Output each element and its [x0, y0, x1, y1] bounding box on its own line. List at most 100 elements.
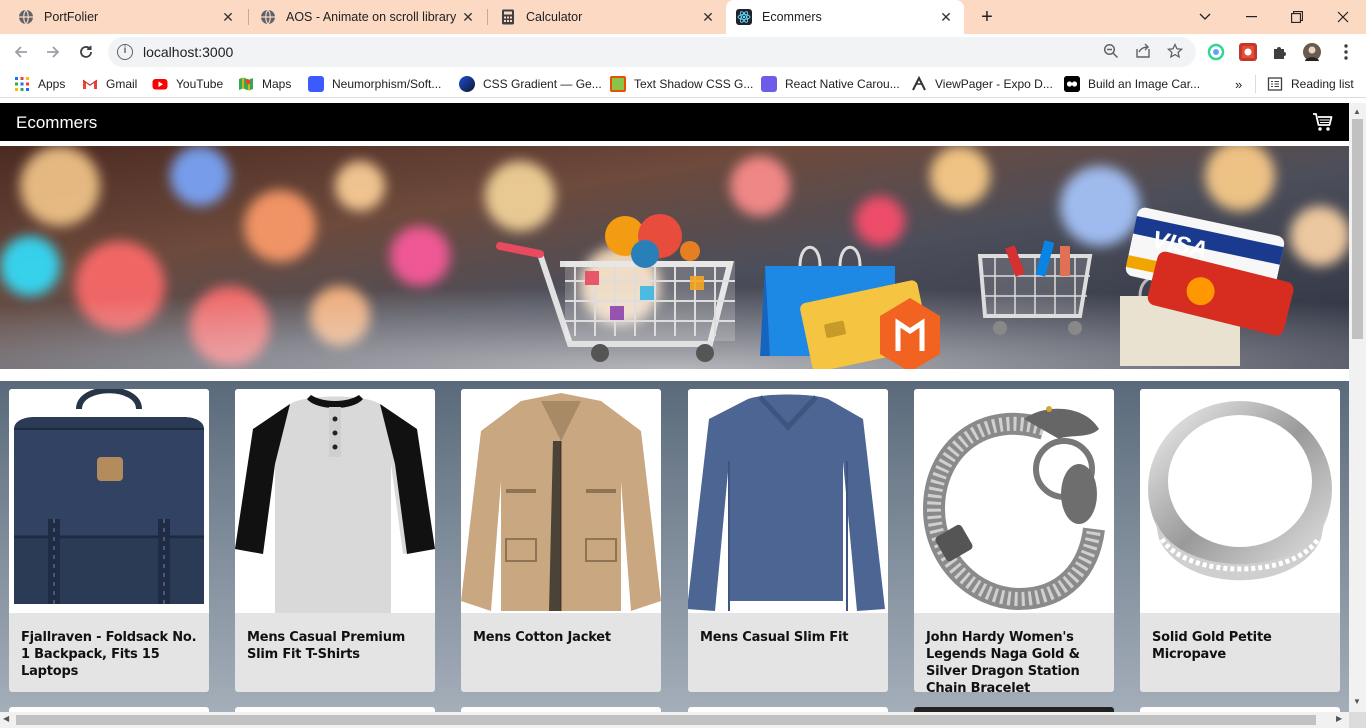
bookmark-label: Maps: [262, 77, 292, 91]
bookmark-react-native-carousel[interactable]: React Native Carou...: [761, 75, 900, 93]
info-icon[interactable]: i: [117, 44, 133, 60]
scrollbar-thumb[interactable]: [16, 715, 1316, 725]
page-viewport: Ecommers VISA Fjallraven - Foldsack No. …: [0, 103, 1349, 712]
extension-red-icon[interactable]: [1239, 43, 1257, 61]
product-name: John Hardy Women's Legends Naga Gold & S…: [926, 630, 1080, 692]
forward-button[interactable]: [41, 40, 65, 64]
bookmarks-divider: [1255, 75, 1256, 93]
chevron-down-icon[interactable]: [1182, 0, 1228, 34]
product-name: Mens Cotton Jacket: [473, 630, 611, 645]
tab-calculator[interactable]: Calculator ✕: [490, 0, 726, 34]
app-brand[interactable]: Ecommers: [16, 113, 97, 133]
hero-banner: VISA: [0, 146, 1349, 369]
close-icon[interactable]: ✕: [460, 9, 476, 25]
reading-list-label: Reading list: [1291, 77, 1354, 91]
bookmark-css-gradient[interactable]: CSS Gradient — Ge...: [459, 75, 602, 93]
gmail-icon: [82, 76, 98, 92]
tab-title: AOS - Animate on scroll library: [286, 10, 457, 24]
bookmark-icon: [1064, 76, 1080, 92]
kebab-menu-icon[interactable]: [1334, 40, 1358, 64]
tab-title: Calculator: [526, 10, 583, 24]
product-card[interactable]: Fjallraven - Foldsack No. 1 Backpack, Fi…: [9, 389, 209, 692]
bookmark-youtube[interactable]: YouTube: [152, 75, 223, 93]
new-tab-button[interactable]: +: [975, 5, 999, 29]
product-name: Solid Gold Petite Micropave: [1152, 630, 1272, 662]
address-url[interactable]: localhost:3000: [143, 44, 233, 60]
tab-portfolier[interactable]: PortFolier ✕: [8, 0, 246, 34]
tab-divider: [248, 9, 249, 25]
bookmark-label: Apps: [38, 77, 66, 91]
star-icon[interactable]: [1166, 42, 1184, 61]
close-icon[interactable]: ✕: [700, 9, 716, 25]
product-image[interactable]: [688, 389, 888, 613]
scroll-right-icon[interactable]: ▶: [1336, 714, 1342, 723]
restore-button[interactable]: [1274, 0, 1320, 34]
vertical-scrollbar[interactable]: ▲ ▼: [1349, 103, 1366, 712]
product-image[interactable]: [9, 389, 209, 613]
tab-title: PortFolier: [44, 10, 99, 24]
bookmark-icon: [761, 76, 777, 92]
back-button[interactable]: [9, 40, 33, 64]
product-card[interactable]: Solid Gold Petite Micropave: [1140, 389, 1340, 692]
profile-avatar[interactable]: [1303, 43, 1321, 61]
horizontal-scrollbar[interactable]: ◀ ▶: [0, 712, 1349, 728]
scroll-left-icon[interactable]: ◀: [3, 714, 9, 723]
reading-list-button[interactable]: Reading list: [1267, 75, 1354, 93]
scroll-up-icon[interactable]: ▲: [1353, 107, 1361, 116]
reload-button[interactable]: [74, 40, 98, 64]
maps-icon: [238, 76, 254, 92]
scroll-down-icon[interactable]: ▼: [1353, 697, 1361, 706]
bookmark-gmail[interactable]: Gmail: [82, 75, 137, 93]
product-card[interactable]: Mens Casual Premium Slim Fit T-Shirts: [235, 389, 435, 692]
zoom-icon[interactable]: [1102, 43, 1120, 61]
bookmark-icon: [308, 76, 324, 92]
close-icon[interactable]: ✕: [220, 9, 236, 25]
scrollbar-corner: [1349, 712, 1366, 728]
bookmarks-overflow-icon[interactable]: »: [1235, 75, 1242, 93]
globe-icon: [18, 9, 34, 25]
bookmarks-bar: Apps Gmail YouTube Maps Neumorphism/Soft…: [0, 70, 1366, 98]
bookmark-label: React Native Carou...: [785, 77, 900, 91]
product-card[interactable]: Mens Casual Slim Fit: [688, 389, 888, 692]
tab-ecommers[interactable]: Ecommers ✕: [726, 0, 964, 34]
tab-title: Ecommers: [762, 10, 822, 24]
product-grid: Fjallraven - Foldsack No. 1 Backpack, Fi…: [0, 381, 1349, 712]
bookmark-label: Build an Image Car...: [1088, 77, 1201, 91]
close-icon[interactable]: ✕: [938, 9, 954, 25]
tab-strip: PortFolier ✕ AOS - Animate on scroll lib…: [0, 0, 1366, 34]
product-image[interactable]: [1140, 389, 1340, 613]
react-icon: [736, 9, 752, 25]
extensions-puzzle-icon[interactable]: [1271, 43, 1289, 61]
bookmark-maps[interactable]: Maps: [238, 75, 291, 93]
extension-color-icon[interactable]: [1207, 43, 1225, 61]
bookmark-label: Text Shadow CSS G...: [634, 77, 754, 91]
bookmark-viewpager[interactable]: ViewPager - Expo D...: [911, 75, 1053, 93]
product-name: Mens Casual Premium Slim Fit T-Shirts: [247, 630, 406, 662]
bookmark-text-shadow[interactable]: Text Shadow CSS G...: [610, 75, 753, 93]
cart-icon[interactable]: [1312, 111, 1334, 133]
product-image[interactable]: [235, 389, 435, 614]
bookmark-icon: [911, 75, 927, 92]
minimize-button[interactable]: [1228, 0, 1274, 34]
bookmark-neumorphism[interactable]: Neumorphism/Soft...: [308, 75, 441, 93]
calculator-icon: [500, 9, 516, 25]
product-image[interactable]: [914, 389, 1114, 613]
bookmark-apps[interactable]: Apps: [14, 75, 65, 93]
bookmark-label: Neumorphism/Soft...: [332, 77, 442, 91]
product-card[interactable]: John Hardy Women's Legends Naga Gold & S…: [914, 389, 1114, 692]
address-bar[interactable]: i localhost:3000: [108, 37, 1196, 67]
bookmark-image-carousel[interactable]: Build an Image Car...: [1064, 75, 1200, 93]
bookmark-icon: [610, 76, 626, 92]
share-icon[interactable]: [1134, 43, 1152, 61]
product-card[interactable]: Mens Cotton Jacket: [461, 389, 661, 692]
scrollbar-thumb[interactable]: [1352, 119, 1363, 339]
close-window-button[interactable]: [1320, 0, 1366, 34]
app-header: Ecommers: [0, 103, 1349, 141]
bookmark-icon: [459, 76, 475, 92]
product-image[interactable]: [461, 389, 661, 613]
tab-aos[interactable]: AOS - Animate on scroll library ✕: [250, 0, 486, 34]
youtube-icon: [152, 76, 168, 92]
product-name: Mens Casual Slim Fit: [700, 630, 849, 645]
bookmark-label: CSS Gradient — Ge...: [483, 77, 602, 91]
apps-grid-icon: [14, 76, 30, 92]
